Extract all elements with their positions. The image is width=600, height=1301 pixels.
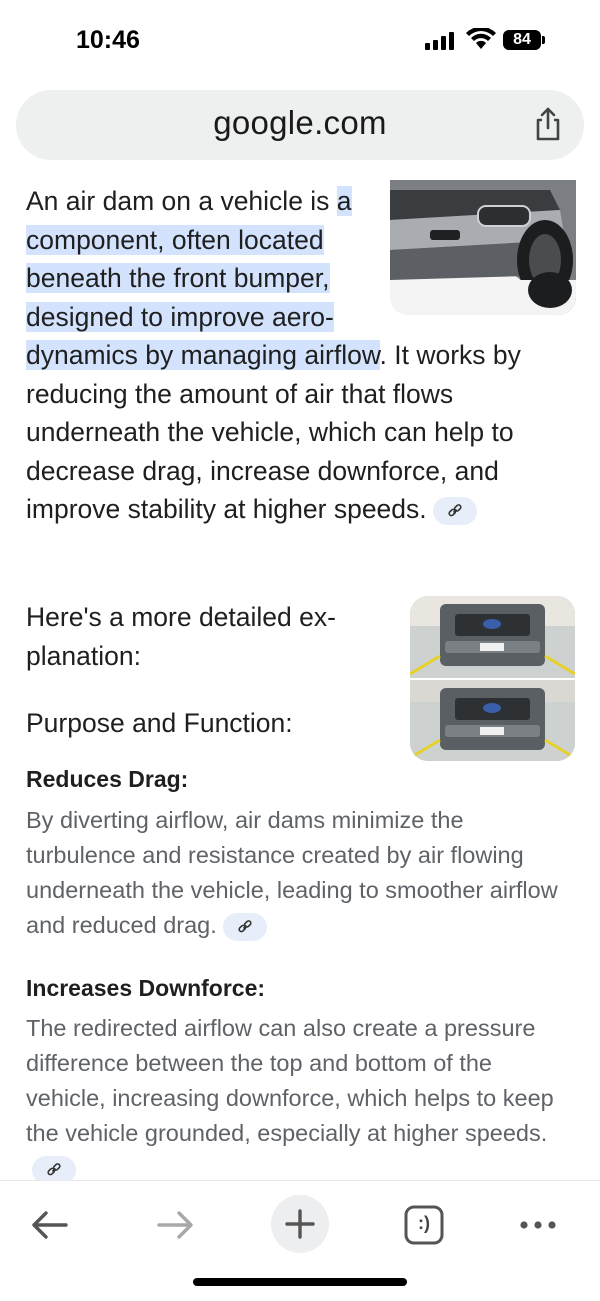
status-bar: 10:46 84 bbox=[0, 0, 600, 80]
plus-icon bbox=[285, 1209, 315, 1239]
air-dam-bumper-image[interactable] bbox=[390, 180, 576, 315]
section-title-increases-downforce: Increases Downforce: bbox=[26, 975, 266, 1001]
new-tab-button[interactable] bbox=[271, 1195, 329, 1253]
address-bar[interactable]: google.com bbox=[16, 90, 584, 160]
source-link-button[interactable] bbox=[32, 1155, 76, 1180]
tabs-button[interactable]: :) bbox=[394, 1195, 454, 1255]
intro-prefix: An air dam on a vehicle is bbox=[26, 186, 337, 216]
link-icon bbox=[47, 1162, 61, 1176]
detail-intro: Here's a more detailed ex-planation: bbox=[26, 602, 336, 671]
cellular-signal-icon bbox=[425, 32, 459, 50]
source-link-button[interactable] bbox=[432, 497, 477, 525]
battery-icon: 84 bbox=[503, 30, 541, 50]
purpose-heading: Purpose and Function: bbox=[26, 708, 293, 738]
link-icon bbox=[238, 919, 252, 933]
battery-cap bbox=[542, 36, 545, 44]
section-title-reduces-drag: Reduces Drag: bbox=[26, 766, 189, 792]
section-body-reduces-drag: By diverting airflow, air dams minimize … bbox=[26, 803, 566, 943]
status-time: 10:46 bbox=[76, 26, 140, 54]
page-content: An air dam on a vehicle is a component, … bbox=[0, 180, 600, 1180]
tabs-label: :) bbox=[418, 1213, 430, 1233]
arrow-right-icon[interactable] bbox=[145, 1195, 205, 1255]
truck-comparison-image[interactable] bbox=[410, 596, 575, 761]
share-icon[interactable] bbox=[532, 106, 564, 142]
wifi-icon bbox=[466, 28, 496, 49]
section-body-increases-downforce: The redirected airflow can also create a… bbox=[26, 1011, 566, 1180]
link-icon bbox=[448, 504, 462, 517]
arrow-left-icon[interactable] bbox=[20, 1195, 80, 1255]
home-indicator[interactable] bbox=[193, 1278, 407, 1286]
url-text[interactable]: google.com bbox=[16, 104, 584, 142]
source-link-button[interactable] bbox=[222, 912, 267, 941]
more-dots-icon[interactable] bbox=[508, 1195, 568, 1255]
